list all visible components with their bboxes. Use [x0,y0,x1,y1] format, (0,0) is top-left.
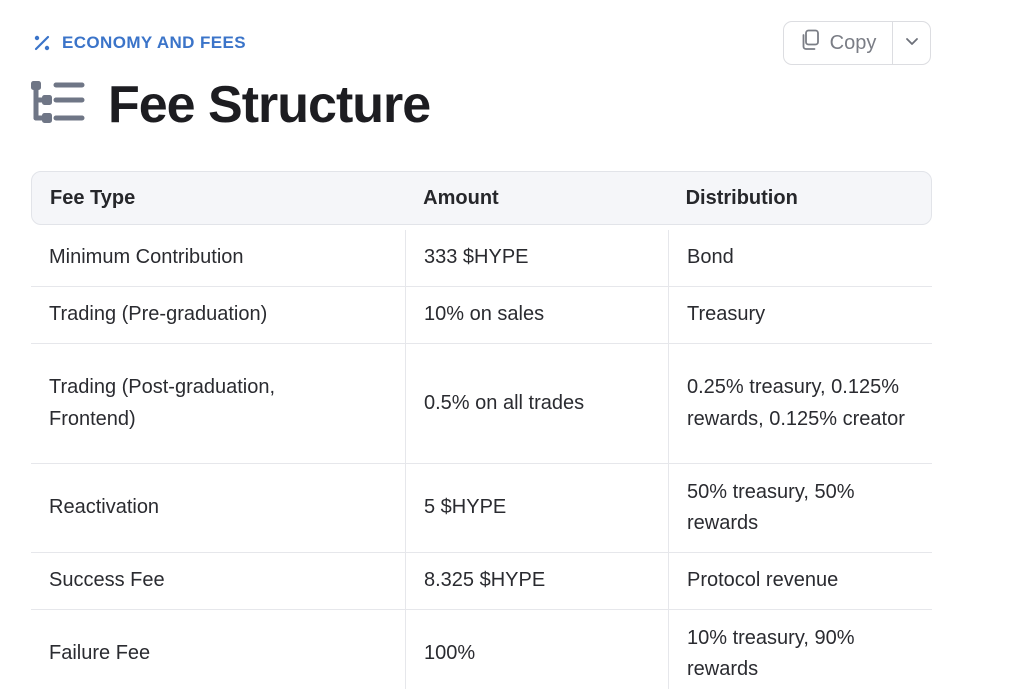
cell-fee-type: Trading (Pre-graduation) [49,303,268,326]
fee-table: Fee Type Amount Distribution Minimum Con… [31,171,932,689]
page: ECONOMY AND FEES Fee Structure Copy Fee … [0,0,1010,689]
cell-amount: 333 $HYPE [405,230,668,286]
page-title: Fee Structure [108,76,431,134]
table-row: Trading (Pre-graduation) 10% on sales Tr… [31,287,932,344]
table-row: Failure Fee 100% 10% treasury, 90% rewar… [31,610,932,689]
cell-amount: 10% on sales [405,287,668,343]
chevron-down-icon [904,33,920,54]
cell-fee-type: Reactivation [49,496,160,519]
cell-fee-type: Success Fee [49,569,165,592]
cell-distribution: 10% treasury, 90% rewards [668,610,932,689]
cell-distribution: Protocol revenue [668,553,932,609]
page-header: Fee Structure [30,74,431,136]
cell-fee-type: Trading (Post-graduation, Frontend) [49,376,276,430]
cell-fee-type: Failure Fee [49,642,151,665]
copy-button-group: Copy [783,21,931,65]
copy-options-toggle[interactable] [893,22,930,64]
column-header-distribution: Distribution [685,186,798,209]
cell-amount: 8.325 $HYPE [405,553,668,609]
section-eyebrow-label: ECONOMY AND FEES [62,33,246,52]
cell-amount: 5 $HYPE [405,464,668,552]
column-header-amount: Amount [423,186,499,209]
cell-fee-type: Minimum Contribution [49,246,244,269]
table-row: Minimum Contribution 333 $HYPE Bond [31,230,932,287]
cell-amount: 0.5% on all trades [405,344,668,463]
section-eyebrow[interactable]: ECONOMY AND FEES [32,33,246,53]
copy-label: Copy [829,31,877,54]
cell-distribution: Bond [668,230,932,286]
table-header-row: Fee Type Amount Distribution [31,171,932,225]
cell-distribution: Treasury [668,287,932,343]
table-body: Minimum Contribution 333 $HYPE Bond Trad… [31,230,932,689]
percent-icon [32,33,52,53]
cell-distribution: 50% treasury, 50% rewards [668,464,932,552]
table-row: Trading (Post-graduation, Frontend) 0.5%… [31,344,932,464]
list-tree-icon [30,80,86,131]
copy-button[interactable]: Copy [784,22,893,64]
copy-icon [800,29,820,57]
cell-distribution: 0.25% treasury, 0.125% rewards, 0.125% c… [668,344,932,463]
column-header-fee-type: Fee Type [50,186,136,209]
cell-amount: 100% [405,610,668,689]
table-row: Reactivation 5 $HYPE 50% treasury, 50% r… [31,464,932,553]
table-row: Success Fee 8.325 $HYPE Protocol revenue [31,553,932,610]
